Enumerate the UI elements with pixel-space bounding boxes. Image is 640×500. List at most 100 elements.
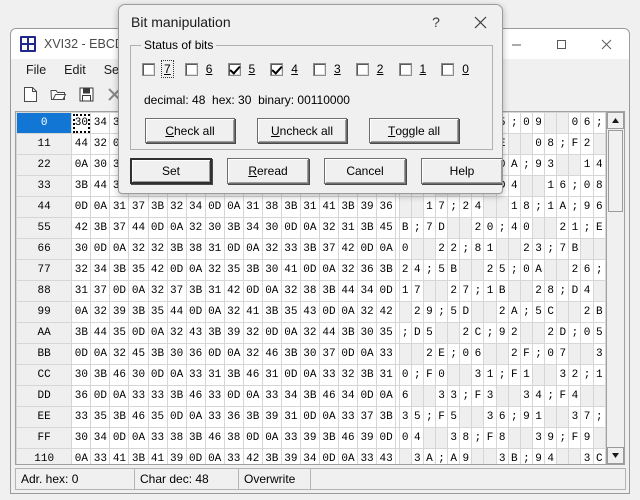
ascii-cell[interactable]: 7 <box>459 280 473 302</box>
ascii-cell[interactable]: 2 <box>556 217 570 239</box>
ascii-cell[interactable]: B <box>507 448 521 464</box>
hex-byte-cell[interactable]: 0D <box>166 259 187 281</box>
ascii-cell[interactable] <box>556 112 570 134</box>
hex-byte-cell[interactable]: 42 <box>242 448 263 464</box>
ascii-cell[interactable] <box>447 322 461 344</box>
ascii-cell[interactable]: 5 <box>410 406 424 428</box>
ascii-cell[interactable]: 0 <box>434 364 449 386</box>
ascii-cell[interactable] <box>568 154 582 176</box>
hex-byte-cell[interactable]: 0D <box>357 238 378 260</box>
ascii-cell[interactable]: 7 <box>434 196 449 218</box>
ascii-cell[interactable]: 5 <box>422 322 436 344</box>
ascii-cell[interactable]: 2 <box>410 301 424 323</box>
hex-byte-cell[interactable]: 33 <box>128 385 149 407</box>
checkbox-unchecked-icon[interactable] <box>184 62 198 76</box>
ascii-cell[interactable] <box>592 427 606 449</box>
hex-byte-cell[interactable]: 34 <box>90 112 111 134</box>
ascii-cell[interactable] <box>483 448 497 464</box>
save-disk-icon[interactable] <box>73 83 99 107</box>
hex-byte-cell[interactable]: 3B <box>280 343 301 365</box>
hex-byte-cell[interactable]: 0D <box>299 259 320 281</box>
ascii-cell[interactable]: 3 <box>544 154 558 176</box>
hex-byte-cell[interactable]: 37 <box>318 238 339 260</box>
ascii-cell[interactable] <box>398 301 412 323</box>
ascii-cell[interactable]: C <box>592 448 606 464</box>
hex-byte-cell[interactable]: 37 <box>318 343 339 365</box>
hex-byte-cell[interactable]: 31 <box>71 280 92 302</box>
hex-byte-cell[interactable]: 0A <box>337 301 359 323</box>
hex-byte-cell[interactable]: 3B <box>185 280 206 302</box>
row-address[interactable]: 11 <box>16 133 73 155</box>
hex-byte-cell[interactable]: 0A <box>71 154 92 176</box>
ascii-cell[interactable] <box>434 427 449 449</box>
hex-byte-cell[interactable]: 36 <box>223 406 244 428</box>
hex-byte-cell[interactable]: 33 <box>280 427 301 449</box>
ascii-cell[interactable] <box>434 280 449 302</box>
ascii-cell[interactable]: ; <box>519 301 533 323</box>
ascii-cell[interactable]: B <box>398 217 412 239</box>
ascii-cell[interactable]: E <box>434 343 449 365</box>
ascii-cell[interactable]: 7 <box>556 238 570 260</box>
ascii-cell[interactable]: 1 <box>568 217 582 239</box>
ascii-cell[interactable]: 7 <box>556 343 570 365</box>
ascii-cell[interactable] <box>459 217 473 239</box>
hex-byte-cell[interactable]: 41 <box>318 196 339 218</box>
hex-byte-cell[interactable]: 3B <box>318 427 339 449</box>
row-address[interactable]: AA <box>16 322 73 344</box>
hex-byte-cell[interactable]: 0D <box>223 238 244 260</box>
ascii-cell[interactable]: 2 <box>398 259 412 281</box>
hex-byte-cell[interactable]: 33 <box>223 448 244 464</box>
hex-byte-cell[interactable]: 31 <box>204 280 225 302</box>
ascii-cell[interactable]: 3 <box>471 364 485 386</box>
hex-byte-cell[interactable]: 0A <box>166 217 187 239</box>
hex-byte-cell[interactable]: 39 <box>280 448 301 464</box>
ascii-cell[interactable]: ; <box>531 196 546 218</box>
ascii-cell[interactable]: ; <box>398 322 412 344</box>
hex-byte-cell[interactable]: 0A <box>204 448 225 464</box>
hex-byte-cell[interactable]: 3B <box>109 259 130 281</box>
ascii-cell[interactable]: 5 <box>531 301 546 323</box>
ascii-cell[interactable] <box>471 406 485 428</box>
hex-byte-cell[interactable]: 32 <box>90 133 111 155</box>
hex-byte-cell[interactable]: 3B <box>147 343 168 365</box>
hex-byte-cell[interactable]: 0A <box>204 301 225 323</box>
hex-byte-cell[interactable]: 43 <box>185 322 206 344</box>
hex-row[interactable]: 77 32 34 3B 35 42 0D 0A 32 35 3B 30 41 0D 0A 32 36 3B 2 4; 5… <box>16 259 606 281</box>
ascii-cell[interactable]: 0 <box>544 343 558 365</box>
hex-byte-cell[interactable]: 46 <box>128 406 149 428</box>
hex-row[interactable]: CC 30 3B 46 30 0D 0A 33 31 3B 46 31 0D 0A 33 32 3B 31 0; F 0… <box>16 364 606 386</box>
ascii-cell[interactable] <box>507 238 521 260</box>
ascii-cell[interactable]: 2 <box>471 217 485 239</box>
hex-byte-cell[interactable]: 0D <box>147 217 168 239</box>
hex-byte-cell[interactable]: 33 <box>357 448 378 464</box>
hex-byte-cell[interactable]: 0A <box>261 427 282 449</box>
ascii-cell[interactable]: ; <box>592 259 606 281</box>
hex-byte-cell[interactable]: 33 <box>147 385 168 407</box>
hex-byte-cell[interactable]: 35 <box>147 301 168 323</box>
hex-byte-cell[interactable]: 31 <box>376 364 397 386</box>
ascii-cell[interactable]: 2 <box>531 280 546 302</box>
menu-file[interactable]: File <box>17 61 55 79</box>
hex-byte-cell[interactable]: 0A <box>223 196 244 218</box>
ascii-cell[interactable] <box>471 301 485 323</box>
ascii-cell[interactable] <box>531 322 546 344</box>
ascii-cell[interactable]: ; <box>434 448 449 464</box>
ascii-cell[interactable] <box>507 280 521 302</box>
hex-byte-cell[interactable]: 38 <box>261 196 282 218</box>
ascii-cell[interactable]: ; <box>556 133 570 155</box>
hex-byte-cell[interactable]: 3B <box>299 385 320 407</box>
ascii-cell[interactable]: 3 <box>483 406 497 428</box>
ascii-cell[interactable]: 3 <box>519 385 533 407</box>
ascii-cell[interactable] <box>519 133 533 155</box>
hex-byte-cell[interactable]: 44 <box>90 175 111 197</box>
ascii-cell[interactable]: ; <box>507 259 521 281</box>
ascii-cell[interactable] <box>398 196 412 218</box>
ascii-cell[interactable]: A <box>422 448 436 464</box>
ascii-cell[interactable] <box>592 280 606 302</box>
hex-byte-cell[interactable]: 3B <box>90 364 111 386</box>
ascii-cell[interactable]: 0 <box>519 217 533 239</box>
ascii-cell[interactable]: 0 <box>519 259 533 281</box>
hex-byte-cell[interactable]: 0D <box>128 322 149 344</box>
ascii-cell[interactable]: 9 <box>519 406 533 428</box>
ascii-cell[interactable]: 9 <box>531 112 546 134</box>
